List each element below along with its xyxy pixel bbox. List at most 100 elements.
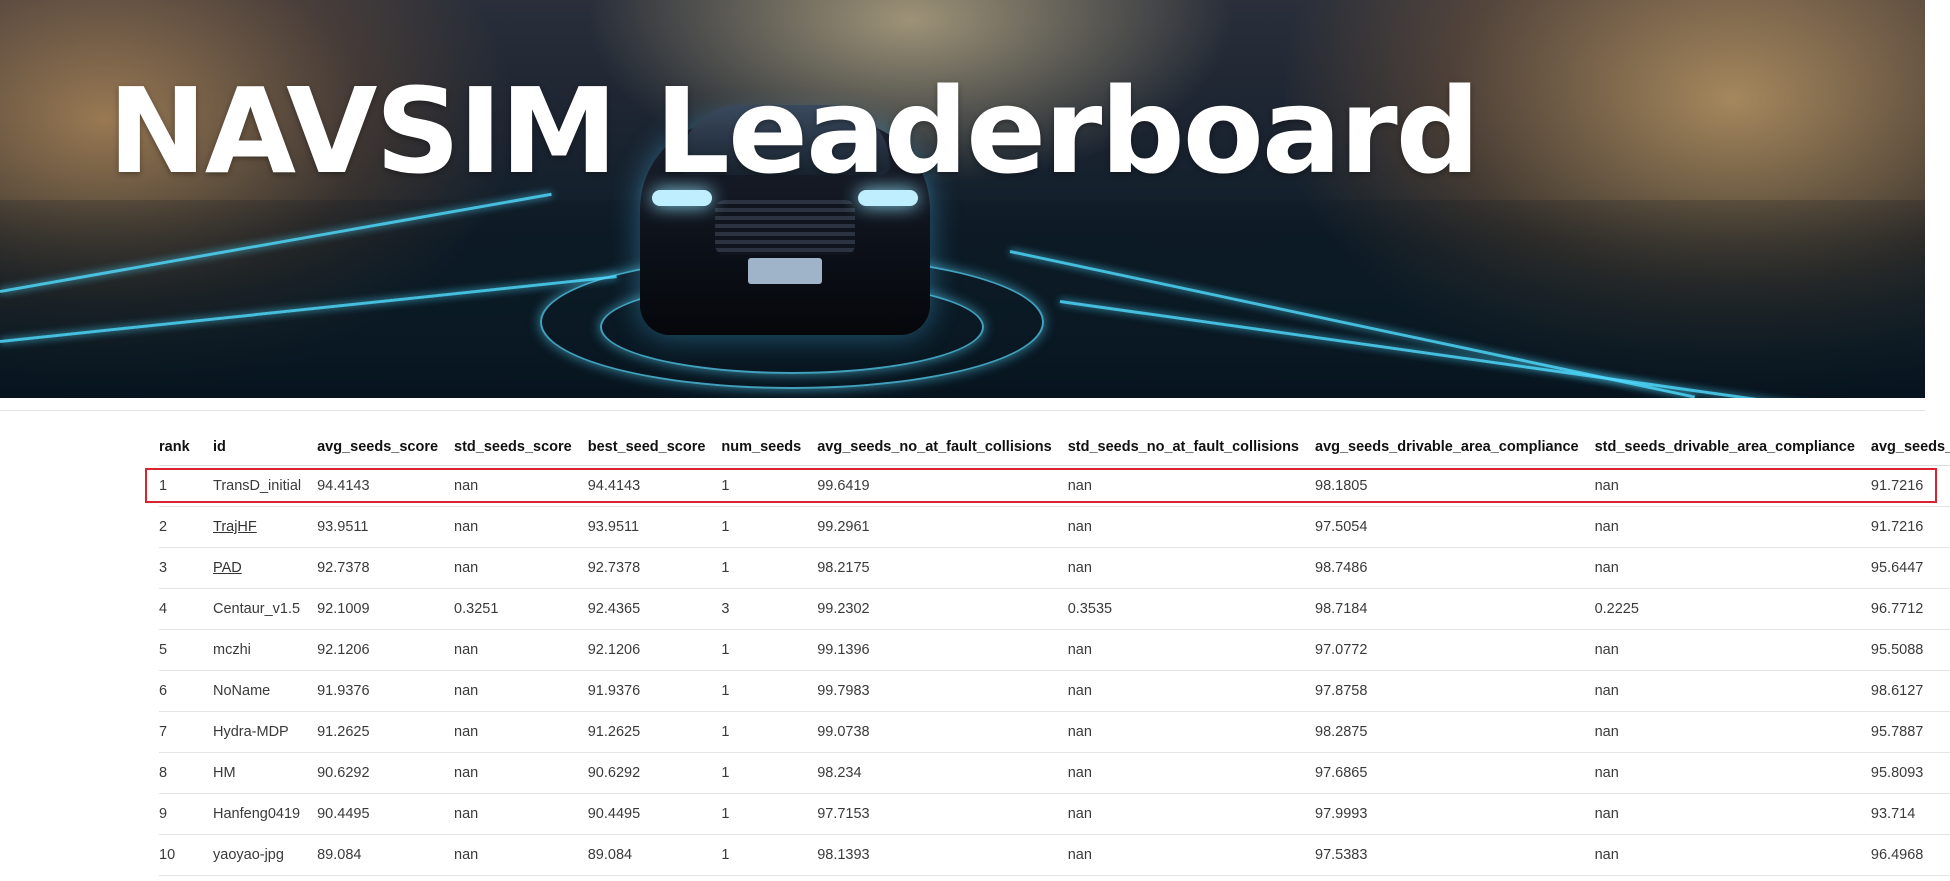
value-cell-std-seeds-no-at-fault-collisions: nan — [1067, 752, 1315, 794]
value-cell-std-seeds-no-at-fault-collisions: nan — [1067, 711, 1315, 753]
column-header-avg-seeds-no-at-fault-collisions[interactable]: avg_seeds_no_at_fault_collisions — [817, 429, 1068, 466]
value-cell-std-seeds-score: nan — [454, 670, 588, 712]
value-cell-std-seeds-drivable-area-compliance: nan — [1594, 670, 1871, 712]
value-cell-avg-seeds-drivable-area-compliance: 97.5383 — [1315, 834, 1595, 876]
table-row-highlighted: 1 TransD_initial 94.4143 nan 94.4143 1 99.6419… — [159, 465, 1950, 507]
table-row: 2 TrajHF 93.9511 nan 93.9511 1 99.2961 nan 97.50… — [159, 506, 1950, 548]
value-cell-avg-seeds-driving: 95.7887 — [1870, 711, 1950, 753]
value-cell-std-seeds-drivable-area-compliance: nan — [1594, 752, 1871, 794]
id-cell: yaoyao-jpg — [213, 834, 318, 876]
value-cell-avg-seeds-score: 91.9376 — [317, 670, 455, 712]
id-cell: TrajHF — [213, 506, 318, 548]
value-cell-std-seeds-no-at-fault-collisions: 0.3535 — [1067, 588, 1315, 630]
value-cell-avg-seeds-drivable-area-compliance: 97.6865 — [1315, 752, 1595, 794]
value-cell-avg-seeds-score: 92.1009 — [317, 588, 455, 630]
value-cell-best-seed-score: 90.6292 — [587, 752, 722, 794]
table-row: 10 yaoyao-jpg 89.084 nan 89.084 1 98.1393 nan 97… — [159, 834, 1950, 876]
column-header-avg-seeds-driving[interactable]: avg_seeds_driving — [1870, 429, 1950, 466]
rank-cell: 3 — [159, 547, 213, 589]
value-cell-std-seeds-no-at-fault-collisions: nan — [1067, 465, 1315, 507]
leaderboard-table: rank id avg_seeds_score std_seeds_score best… — [159, 429, 1950, 876]
value-cell-num-seeds: 1 — [721, 670, 818, 712]
value-cell-std-seeds-no-at-fault-collisions: nan — [1067, 793, 1315, 835]
value-cell-avg-seeds-driving: 95.6447 — [1870, 547, 1950, 589]
value-cell-avg-seeds-no-at-fault-collisions: 99.0738 — [817, 711, 1068, 753]
value-cell-std-seeds-drivable-area-compliance: nan — [1594, 506, 1871, 548]
value-cell-std-seeds-no-at-fault-collisions: nan — [1067, 629, 1315, 671]
value-cell-avg-seeds-drivable-area-compliance: 98.7184 — [1315, 588, 1595, 630]
column-header-num-seeds[interactable]: num_seeds — [721, 429, 818, 466]
value-cell-avg-seeds-driving: 96.7712 — [1870, 588, 1950, 630]
value-cell-std-seeds-score: nan — [454, 629, 588, 671]
value-cell-avg-seeds-no-at-fault-collisions: 99.2302 — [817, 588, 1068, 630]
value-cell-best-seed-score: 94.4143 — [587, 465, 722, 507]
value-cell-best-seed-score: 91.2625 — [587, 711, 722, 753]
rank-cell: 4 — [159, 588, 213, 630]
value-cell-best-seed-score: 89.084 — [587, 834, 722, 876]
table-header-row: rank id avg_seeds_score std_seeds_score best… — [159, 429, 1950, 466]
value-cell-std-seeds-drivable-area-compliance: nan — [1594, 547, 1871, 589]
table-row: 5 mczhi 92.1206 nan 92.1206 1 99.1396 nan 97.077… — [159, 629, 1950, 671]
rank-cell: 2 — [159, 506, 213, 548]
value-cell-avg-seeds-score: 89.084 — [317, 834, 455, 876]
value-cell-best-seed-score: 92.4365 — [587, 588, 722, 630]
value-cell-num-seeds: 1 — [721, 465, 818, 507]
table-row: 9 Hanfeng0419 90.4495 nan 90.4495 1 97.7153 nan… — [159, 793, 1950, 835]
value-cell-avg-seeds-drivable-area-compliance: 97.5054 — [1315, 506, 1595, 548]
value-cell-std-seeds-drivable-area-compliance: nan — [1594, 711, 1871, 753]
value-cell-std-seeds-score: nan — [454, 834, 588, 876]
table-row: 7 Hydra-MDP 91.2625 nan 91.2625 1 99.0738 nan 98… — [159, 711, 1950, 753]
value-cell-avg-seeds-no-at-fault-collisions: 98.234 — [817, 752, 1068, 794]
value-cell-avg-seeds-drivable-area-compliance: 98.7486 — [1315, 547, 1595, 589]
column-header-id[interactable]: id — [213, 429, 318, 466]
value-cell-avg-seeds-driving: 91.7216 — [1870, 465, 1950, 507]
value-cell-avg-seeds-driving: 98.6127 — [1870, 670, 1950, 712]
rank-cell: 9 — [159, 793, 213, 835]
value-cell-avg-seeds-score: 90.4495 — [317, 793, 455, 835]
column-header-std-seeds-no-at-fault-collisions[interactable]: std_seeds_no_at_fault_collisions — [1067, 429, 1315, 466]
value-cell-std-seeds-drivable-area-compliance: nan — [1594, 465, 1871, 507]
value-cell-num-seeds: 1 — [721, 793, 818, 835]
value-cell-avg-seeds-drivable-area-compliance: 97.8758 — [1315, 670, 1595, 712]
value-cell-std-seeds-score: 0.3251 — [454, 588, 588, 630]
method-link[interactable]: PAD — [213, 560, 242, 576]
id-cell: Hanfeng0419 — [213, 793, 318, 835]
section-divider — [0, 410, 1925, 411]
value-cell-avg-seeds-no-at-fault-collisions: 99.7983 — [817, 670, 1068, 712]
id-cell: Centaur_v1.5 — [213, 588, 318, 630]
rank-cell: 8 — [159, 752, 213, 794]
value-cell-std-seeds-no-at-fault-collisions: nan — [1067, 547, 1315, 589]
banner-car-grille — [715, 200, 855, 255]
value-cell-avg-seeds-drivable-area-compliance: 97.9993 — [1315, 793, 1595, 835]
column-header-best-seed-score[interactable]: best_seed_score — [587, 429, 722, 466]
value-cell-std-seeds-drivable-area-compliance: nan — [1594, 793, 1871, 835]
value-cell-avg-seeds-driving: 91.7216 — [1870, 506, 1950, 548]
table-row: 3 PAD 92.7378 nan 92.7378 1 98.2175 nan 98.7486 n… — [159, 547, 1950, 589]
rank-cell: 10 — [159, 834, 213, 876]
value-cell-std-seeds-score: nan — [454, 547, 588, 589]
rank-cell: 1 — [159, 465, 213, 507]
id-cell: TransD_initial — [213, 465, 318, 507]
table-body: 1 TransD_initial 94.4143 nan 94.4143 1 99.6419… — [159, 465, 1950, 876]
column-header-rank[interactable]: rank — [159, 429, 213, 466]
column-header-avg-seeds-score[interactable]: avg_seeds_score — [317, 429, 455, 466]
value-cell-avg-seeds-drivable-area-compliance: 98.1805 — [1315, 465, 1595, 507]
value-cell-best-seed-score: 91.9376 — [587, 670, 722, 712]
value-cell-avg-seeds-driving: 93.714 — [1870, 793, 1950, 835]
value-cell-std-seeds-no-at-fault-collisions: nan — [1067, 506, 1315, 548]
column-header-std-seeds-score[interactable]: std_seeds_score — [454, 429, 588, 466]
value-cell-best-seed-score: 92.1206 — [587, 629, 722, 671]
value-cell-std-seeds-no-at-fault-collisions: nan — [1067, 670, 1315, 712]
value-cell-avg-seeds-score: 91.2625 — [317, 711, 455, 753]
value-cell-avg-seeds-driving: 95.8093 — [1870, 752, 1950, 794]
table-row: 4 Centaur_v1.5 92.1009 0.3251 92.4365 3 99.230… — [159, 588, 1950, 630]
method-link[interactable]: TrajHF — [213, 519, 257, 535]
leaderboard-table-container[interactable]: rank id avg_seeds_score std_seeds_score best… — [159, 429, 1950, 876]
value-cell-std-seeds-drivable-area-compliance: nan — [1594, 629, 1871, 671]
value-cell-avg-seeds-score: 92.7378 — [317, 547, 455, 589]
value-cell-best-seed-score: 92.7378 — [587, 547, 722, 589]
column-header-std-seeds-drivable-area-compliance[interactable]: std_seeds_drivable_area_compliance — [1594, 429, 1871, 466]
value-cell-avg-seeds-no-at-fault-collisions: 99.6419 — [817, 465, 1068, 507]
rank-cell: 5 — [159, 629, 213, 671]
column-header-avg-seeds-drivable-area-compliance[interactable]: avg_seeds_drivable_area_compliance — [1315, 429, 1595, 466]
